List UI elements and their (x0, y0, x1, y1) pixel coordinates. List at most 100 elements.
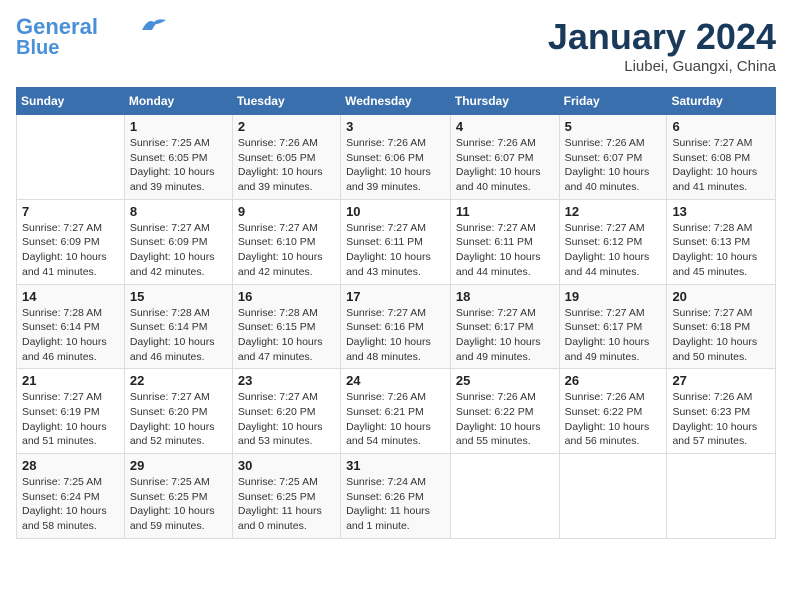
day-info: Sunrise: 7:25 AM Sunset: 6:25 PM Dayligh… (238, 475, 335, 534)
day-number: 4 (456, 119, 554, 134)
day-number: 14 (22, 289, 119, 304)
day-info: Sunrise: 7:27 AM Sunset: 6:08 PM Dayligh… (672, 136, 770, 195)
col-header-friday: Friday (559, 88, 667, 115)
day-info: Sunrise: 7:26 AM Sunset: 6:21 PM Dayligh… (346, 390, 445, 449)
day-number: 27 (672, 373, 770, 388)
day-number: 26 (565, 373, 662, 388)
day-cell: 27 Sunrise: 7:26 AM Sunset: 6:23 PM Dayli… (667, 369, 776, 454)
day-info: Sunrise: 7:27 AM Sunset: 6:19 PM Dayligh… (22, 390, 119, 449)
day-cell: 9 Sunrise: 7:27 AM Sunset: 6:10 PM Daylig… (232, 199, 340, 284)
logo-text: General (16, 16, 98, 38)
day-info: Sunrise: 7:26 AM Sunset: 6:06 PM Dayligh… (346, 136, 445, 195)
day-cell (667, 454, 776, 539)
day-cell: 8Sunrise: 7:27 AM Sunset: 6:09 PM Daylig… (124, 199, 232, 284)
logo-bird-icon (140, 16, 168, 34)
day-cell: 26 Sunrise: 7:26 AM Sunset: 6:22 PM Dayli… (559, 369, 667, 454)
day-number: 16 (238, 289, 335, 304)
day-info: Sunrise: 7:28 AM Sunset: 6:14 PM Dayligh… (130, 306, 227, 365)
logo: General Blue (16, 16, 168, 58)
week-row-5: 28 Sunrise: 7:25 AM Sunset: 6:24 PM Dayli… (17, 454, 776, 539)
day-info: Sunrise: 7:25 AM Sunset: 6:24 PM Dayligh… (22, 475, 119, 534)
day-cell: 3 Sunrise: 7:26 AM Sunset: 6:06 PM Daylig… (341, 115, 451, 200)
day-number: 2 (238, 119, 335, 134)
day-info: Sunrise: 7:27 AM Sunset: 6:11 PM Dayligh… (456, 221, 554, 280)
day-cell: 20 Sunrise: 7:27 AM Sunset: 6:18 PM Dayli… (667, 284, 776, 369)
day-number: 10 (346, 204, 445, 219)
day-cell: 22 Sunrise: 7:27 AM Sunset: 6:20 PM Dayli… (124, 369, 232, 454)
week-row-1: 1 Sunrise: 7:25 AM Sunset: 6:05 PM Daylig… (17, 115, 776, 200)
day-info: Sunrise: 7:24 AM Sunset: 6:26 PM Dayligh… (346, 475, 445, 534)
logo-blue-text: Blue (16, 38, 59, 58)
day-info: Sunrise: 7:26 AM Sunset: 6:07 PM Dayligh… (456, 136, 554, 195)
day-info: Sunrise: 7:26 AM Sunset: 6:07 PM Dayligh… (565, 136, 662, 195)
day-info: Sunrise: 7:27 AM Sunset: 6:11 PM Dayligh… (346, 221, 445, 280)
day-cell (450, 454, 559, 539)
day-info: Sunrise: 7:27 AM Sunset: 6:10 PM Dayligh… (238, 221, 335, 280)
day-number: 18 (456, 289, 554, 304)
day-cell: 14 Sunrise: 7:28 AM Sunset: 6:14 PM Dayli… (17, 284, 125, 369)
day-number: 31 (346, 458, 445, 473)
day-number: 17 (346, 289, 445, 304)
day-number: 19 (565, 289, 662, 304)
day-cell: 16Sunrise: 7:28 AM Sunset: 6:15 PM Dayli… (232, 284, 340, 369)
day-info: Sunrise: 7:27 AM Sunset: 6:16 PM Dayligh… (346, 306, 445, 365)
day-info: Sunrise: 7:26 AM Sunset: 6:22 PM Dayligh… (565, 390, 662, 449)
location-text: Liubei, Guangxi, China (548, 58, 776, 75)
day-cell: 15 Sunrise: 7:28 AM Sunset: 6:14 PM Dayli… (124, 284, 232, 369)
day-cell: 10 Sunrise: 7:27 AM Sunset: 6:11 PM Dayli… (341, 199, 451, 284)
day-number: 29 (130, 458, 227, 473)
day-number: 9 (238, 204, 335, 219)
col-header-saturday: Saturday (667, 88, 776, 115)
day-cell: 1 Sunrise: 7:25 AM Sunset: 6:05 PM Daylig… (124, 115, 232, 200)
day-cell: 24 Sunrise: 7:26 AM Sunset: 6:21 PM Dayli… (341, 369, 451, 454)
day-number: 3 (346, 119, 445, 134)
day-number: 23 (238, 373, 335, 388)
day-info: Sunrise: 7:28 AM Sunset: 6:14 PM Dayligh… (22, 306, 119, 365)
day-info: Sunrise: 7:27 AM Sunset: 6:18 PM Dayligh… (672, 306, 770, 365)
day-number: 6 (672, 119, 770, 134)
month-title: January 2024 (548, 16, 776, 58)
day-number: 15 (130, 289, 227, 304)
day-cell: 13 Sunrise: 7:28 AM Sunset: 6:13 PM Dayli… (667, 199, 776, 284)
day-cell (17, 115, 125, 200)
day-cell: 4 Sunrise: 7:26 AM Sunset: 6:07 PM Daylig… (450, 115, 559, 200)
day-number: 22 (130, 373, 227, 388)
day-info: Sunrise: 7:27 AM Sunset: 6:09 PM Dayligh… (22, 221, 119, 280)
day-cell: 7 Sunrise: 7:27 AM Sunset: 6:09 PM Daylig… (17, 199, 125, 284)
day-info: Sunrise: 7:28 AM Sunset: 6:13 PM Dayligh… (672, 221, 770, 280)
day-cell: 23 Sunrise: 7:27 AM Sunset: 6:20 PM Dayli… (232, 369, 340, 454)
day-number: 1 (130, 119, 227, 134)
day-number: 20 (672, 289, 770, 304)
day-cell: 11 Sunrise: 7:27 AM Sunset: 6:11 PM Dayli… (450, 199, 559, 284)
day-info: Sunrise: 7:27 AM Sunset: 6:20 PM Dayligh… (238, 390, 335, 449)
day-info: Sunrise: 7:25 AM Sunset: 6:05 PM Dayligh… (130, 136, 227, 195)
calendar-table: SundayMondayTuesdayWednesdayThursdayFrid… (16, 87, 776, 539)
day-number: 13 (672, 204, 770, 219)
day-info: Sunrise: 7:27 AM Sunset: 6:20 PM Dayligh… (130, 390, 227, 449)
header-row: SundayMondayTuesdayWednesdayThursdayFrid… (17, 88, 776, 115)
col-header-tuesday: Tuesday (232, 88, 340, 115)
day-number: 25 (456, 373, 554, 388)
week-row-4: 21 Sunrise: 7:27 AM Sunset: 6:19 PM Dayli… (17, 369, 776, 454)
week-row-3: 14 Sunrise: 7:28 AM Sunset: 6:14 PM Dayli… (17, 284, 776, 369)
day-info: Sunrise: 7:27 AM Sunset: 6:17 PM Dayligh… (565, 306, 662, 365)
day-cell: 30Sunrise: 7:25 AM Sunset: 6:25 PM Dayli… (232, 454, 340, 539)
day-number: 7 (22, 204, 119, 219)
day-info: Sunrise: 7:26 AM Sunset: 6:23 PM Dayligh… (672, 390, 770, 449)
day-cell: 17 Sunrise: 7:27 AM Sunset: 6:16 PM Dayli… (341, 284, 451, 369)
day-number: 28 (22, 458, 119, 473)
day-info: Sunrise: 7:25 AM Sunset: 6:25 PM Dayligh… (130, 475, 227, 534)
day-cell: 2Sunrise: 7:26 AM Sunset: 6:05 PM Daylig… (232, 115, 340, 200)
day-cell: 25Sunrise: 7:26 AM Sunset: 6:22 PM Dayli… (450, 369, 559, 454)
day-number: 8 (130, 204, 227, 219)
day-cell: 19 Sunrise: 7:27 AM Sunset: 6:17 PM Dayli… (559, 284, 667, 369)
day-cell: 18Sunrise: 7:27 AM Sunset: 6:17 PM Dayli… (450, 284, 559, 369)
day-cell: 12Sunrise: 7:27 AM Sunset: 6:12 PM Dayli… (559, 199, 667, 284)
day-info: Sunrise: 7:27 AM Sunset: 6:12 PM Dayligh… (565, 221, 662, 280)
day-number: 24 (346, 373, 445, 388)
day-number: 11 (456, 204, 554, 219)
day-cell: 29 Sunrise: 7:25 AM Sunset: 6:25 PM Dayli… (124, 454, 232, 539)
day-number: 21 (22, 373, 119, 388)
day-cell: 5Sunrise: 7:26 AM Sunset: 6:07 PM Daylig… (559, 115, 667, 200)
day-cell: 6 Sunrise: 7:27 AM Sunset: 6:08 PM Daylig… (667, 115, 776, 200)
